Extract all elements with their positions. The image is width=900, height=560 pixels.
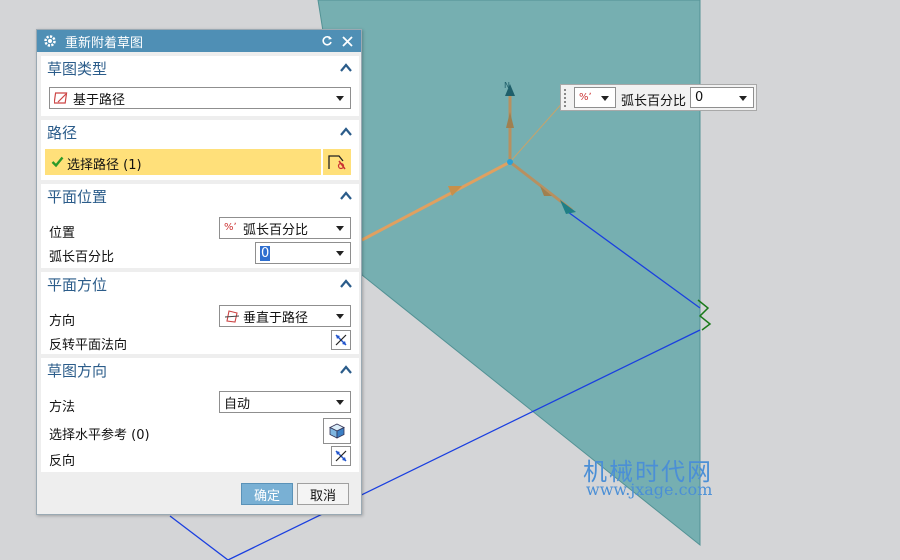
select-curve-button[interactable] xyxy=(323,149,351,175)
chevron-up-icon[interactable] xyxy=(339,61,353,75)
reverse-normal-label: 反转平面法向 xyxy=(49,338,128,353)
chevron-up-icon[interactable] xyxy=(339,363,353,377)
close-icon[interactable] xyxy=(339,33,355,49)
direction-label: 方向 xyxy=(49,314,76,329)
ok-button[interactable]: 确定 xyxy=(241,483,293,505)
cube-icon xyxy=(329,423,345,439)
section-header-plane-orientation[interactable]: 平面方位 xyxy=(47,272,107,298)
method-value: 自动 xyxy=(224,396,251,412)
gear-icon[interactable] xyxy=(43,34,57,48)
select-path-row[interactable]: 选择路径 (1) xyxy=(45,149,321,175)
grip-handle[interactable] xyxy=(564,89,570,107)
path-sketch-icon xyxy=(53,90,70,106)
section-sketch-type: 草图类型 基于路径 xyxy=(41,56,359,116)
section-header-plane-position[interactable]: 平面位置 xyxy=(47,184,107,210)
check-icon xyxy=(51,156,64,168)
section-plane-orientation: 平面方位 方向 垂直于路径 反转平面法向 xyxy=(41,272,359,354)
origin-point[interactable] xyxy=(507,159,513,165)
section-path: 路径 选择路径 (1) xyxy=(41,120,359,180)
section-sketch-orientation: 草图方向 方法 自动 选择水平参考 (0) 反向 xyxy=(41,358,359,472)
position-dropdown[interactable]: %ʼ 弧长百分比 xyxy=(219,217,351,239)
reset-icon[interactable] xyxy=(319,33,335,49)
arc-length-value: 0 xyxy=(695,90,704,105)
direction-value: 垂直于路径 xyxy=(243,310,309,326)
select-horizontal-ref-button[interactable] xyxy=(323,418,351,444)
section-header-path[interactable]: 路径 xyxy=(47,120,77,146)
dialog-titlebar[interactable]: 重新附着草图 xyxy=(37,30,361,52)
reverse-direction-icon xyxy=(335,450,347,462)
reverse-direction-icon xyxy=(335,334,347,346)
normal-to-path-icon xyxy=(224,308,240,324)
arc-length-value-input[interactable]: 0 xyxy=(690,87,754,108)
reverse-label: 反向 xyxy=(49,454,76,469)
method-dropdown[interactable]: 自动 xyxy=(219,391,351,413)
chevron-up-icon[interactable] xyxy=(339,125,353,139)
sketch-type-dropdown[interactable]: 基于路径 xyxy=(49,87,351,109)
percent-arc-icon: %ʼ xyxy=(224,222,237,233)
watermark-url: www.jxage.com xyxy=(586,480,713,499)
position-value: 弧长百分比 xyxy=(243,222,309,238)
chevron-up-icon[interactable] xyxy=(339,277,353,291)
chevron-up-icon[interactable] xyxy=(339,189,353,203)
section-header-sketch-type[interactable]: 草图类型 xyxy=(47,56,107,82)
curve-select-icon xyxy=(328,155,346,170)
axis-label-n: N xyxy=(504,81,510,90)
direction-dropdown[interactable]: 垂直于路径 xyxy=(219,305,351,327)
select-path-label: 选择路径 (1) xyxy=(67,158,142,173)
reattach-sketch-dialog: 重新附着草图 草图类型 基于路径 路径 选择路径 (1) 平面位置 位置 %ʼ … xyxy=(36,29,362,515)
method-label: 方法 xyxy=(49,400,76,415)
percent-arc-icon: %ʼ xyxy=(579,91,592,103)
position-label: 位置 xyxy=(49,226,76,241)
arc-length-floating-toolbar: %ʼ 弧长百分比 0 xyxy=(560,84,757,111)
dialog-title: 重新附着草图 xyxy=(65,35,144,51)
reverse-normal-button[interactable] xyxy=(331,330,351,350)
cancel-button[interactable]: 取消 xyxy=(297,483,349,505)
section-header-sketch-orientation[interactable]: 草图方向 xyxy=(47,358,107,384)
arc-percent-input[interactable]: 0 xyxy=(255,242,351,264)
section-plane-position: 平面位置 位置 %ʼ 弧长百分比 弧长百分比 0 xyxy=(41,184,359,268)
arc-length-label: 弧长百分比 xyxy=(621,94,687,109)
arc-percent-label: 弧长百分比 xyxy=(49,250,115,265)
arc-percent-value: 0 xyxy=(260,245,271,261)
position-type-dropdown[interactable]: %ʼ xyxy=(574,87,616,108)
horizontal-ref-label: 选择水平参考 (0) xyxy=(49,428,150,443)
reverse-button[interactable] xyxy=(331,446,351,466)
sketch-type-value: 基于路径 xyxy=(73,92,126,108)
